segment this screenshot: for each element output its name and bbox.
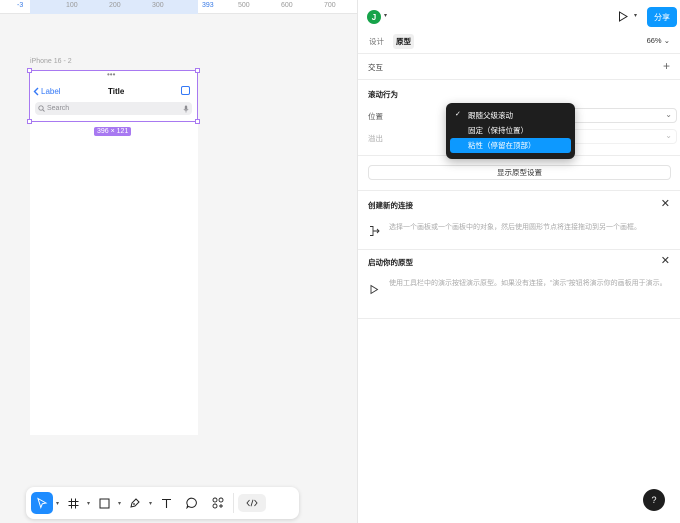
ruler-tick: -3 bbox=[17, 2, 24, 9]
code-icon bbox=[246, 499, 258, 507]
toolbar-divider bbox=[233, 493, 234, 513]
frame-icon bbox=[68, 498, 78, 508]
menu-item-follow-parent[interactable]: ✓ 跟随父级滚动 bbox=[450, 108, 571, 123]
pen-tool-button[interactable] bbox=[124, 492, 146, 514]
overflow-label: 溢出 bbox=[368, 134, 383, 143]
ruler-tick: 600 bbox=[281, 2, 293, 9]
chevron-down-icon[interactable]: ▾ bbox=[84, 500, 93, 507]
play-icon bbox=[369, 284, 379, 298]
close-icon[interactable]: ✕ bbox=[661, 254, 670, 267]
pen-icon bbox=[130, 498, 140, 508]
menu-item-fixed[interactable]: 固定（保持位置） bbox=[450, 123, 571, 138]
selection-box[interactable] bbox=[29, 70, 198, 122]
tab-design[interactable]: 设计 bbox=[366, 34, 387, 49]
chevron-down-icon[interactable]: ▾ bbox=[115, 500, 124, 507]
chevron-down-icon[interactable]: ▾ bbox=[53, 500, 62, 507]
resize-handle[interactable] bbox=[27, 68, 32, 73]
close-icon[interactable]: ✕ bbox=[661, 197, 670, 210]
comment-tool-button[interactable] bbox=[181, 492, 203, 514]
divider bbox=[358, 79, 680, 80]
position-label: 位置 bbox=[368, 112, 383, 121]
add-interaction-icon[interactable]: + bbox=[663, 59, 670, 73]
frame-label[interactable]: iPhone 16 - 2 bbox=[30, 58, 72, 65]
horizontal-ruler: -3 100 200 300 393 500 600 700 bbox=[0, 0, 357, 14]
resize-handle[interactable] bbox=[27, 119, 32, 124]
interaction-title: 交互 bbox=[368, 63, 383, 72]
zoom-level[interactable]: 66% ⌄ bbox=[647, 36, 670, 45]
menu-item-label: 固定（保持位置） bbox=[468, 126, 528, 135]
help-button[interactable]: ? bbox=[643, 489, 665, 511]
chevron-down-icon[interactable]: ▾ bbox=[146, 500, 155, 507]
right-panel: J ▾ ▾ 分享 设计 原型 66% ⌄ 交互 + 滚动行为 位置 ⌄ 溢出 ⌄… bbox=[357, 0, 680, 523]
rectangle-icon bbox=[99, 498, 109, 508]
share-button[interactable]: 分享 bbox=[647, 7, 677, 27]
frame-tool-button[interactable] bbox=[62, 492, 84, 514]
dev-mode-toggle[interactable] bbox=[238, 494, 266, 512]
components-icon bbox=[212, 497, 224, 509]
ruler-tick: 300 bbox=[152, 2, 164, 9]
chevron-down-icon: ⌄ bbox=[665, 110, 672, 119]
ruler-tick: 393 bbox=[202, 2, 214, 9]
divider bbox=[358, 318, 680, 319]
create-connection-title: 创建新的连接 bbox=[368, 201, 413, 210]
present-button[interactable] bbox=[618, 11, 628, 24]
chevron-down-icon[interactable]: ▾ bbox=[634, 12, 637, 19]
bottom-toolbar: ▾ ▾ ▾ ▾ bbox=[26, 487, 299, 519]
text-icon bbox=[161, 498, 171, 508]
ruler-tick: 500 bbox=[238, 2, 250, 9]
panel-tabs: 设计 原型 bbox=[366, 34, 414, 49]
position-dropdown-menu: ✓ 跟随父级滚动 固定（保持位置） 粘性（停留在顶部） bbox=[446, 103, 575, 159]
text-tool-button[interactable] bbox=[155, 492, 177, 514]
menu-item-label: 跟随父级滚动 bbox=[468, 111, 513, 120]
connection-icon bbox=[369, 225, 381, 240]
cursor-icon bbox=[37, 497, 48, 509]
ruler-tick: 700 bbox=[324, 2, 336, 9]
iphone-frame[interactable] bbox=[30, 70, 198, 435]
divider bbox=[358, 190, 680, 191]
chevron-down-icon: ⌄ bbox=[665, 131, 672, 140]
menu-item-sticky[interactable]: 粘性（停留在顶部） bbox=[450, 138, 571, 153]
chevron-down-icon: ⌄ bbox=[663, 36, 670, 45]
divider bbox=[358, 53, 680, 54]
comment-icon bbox=[186, 497, 197, 509]
create-connection-text: 选择一个画板或一个画板中的对象，然后使用圆形节点将连接拖动到另一个画框。 bbox=[389, 224, 641, 231]
show-prototype-settings-button[interactable]: 显示原型设置 bbox=[368, 165, 671, 180]
start-prototype-text: 使用工具栏中的演示按钮演示原型。如果没有连接，“演示”按钮将演示你的画板用于演示… bbox=[389, 280, 667, 287]
menu-item-label: 粘性（停留在顶部） bbox=[468, 141, 536, 150]
check-icon: ✓ bbox=[455, 111, 461, 118]
shape-tool-button[interactable] bbox=[93, 492, 115, 514]
chevron-down-icon[interactable]: ▾ bbox=[384, 12, 387, 19]
tab-prototype[interactable]: 原型 bbox=[393, 34, 414, 49]
ruler-tick: 100 bbox=[66, 2, 78, 9]
move-tool-button[interactable] bbox=[31, 492, 53, 514]
avatar[interactable]: J bbox=[367, 10, 381, 24]
ruler-tick: 200 bbox=[109, 2, 121, 9]
resize-handle[interactable] bbox=[195, 68, 200, 73]
zoom-value: 66% bbox=[646, 36, 662, 45]
scroll-behavior-title: 滚动行为 bbox=[368, 90, 398, 99]
size-badge: 396 × 121 bbox=[94, 127, 132, 136]
resize-handle[interactable] bbox=[195, 119, 200, 124]
play-icon bbox=[619, 11, 628, 22]
start-prototype-title: 启动你的原型 bbox=[368, 258, 413, 267]
divider bbox=[358, 249, 680, 250]
components-tool-button[interactable] bbox=[207, 492, 229, 514]
